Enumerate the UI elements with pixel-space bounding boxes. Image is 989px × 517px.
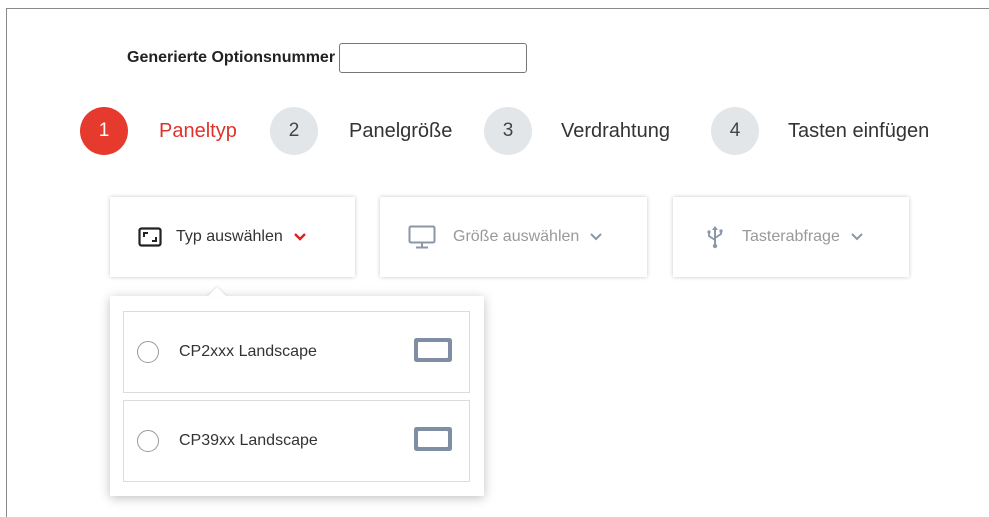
step-number: 3 [484, 107, 532, 155]
panel-frame-icon [138, 227, 162, 247]
type-select[interactable]: Typ auswählen [110, 197, 355, 277]
step-tasten-einfuegen[interactable]: 4 Tasten einfügen [711, 106, 929, 156]
radio-button[interactable] [137, 341, 159, 363]
size-select[interactable]: Größe auswählen [380, 197, 647, 277]
landscape-panel-icon [413, 426, 453, 457]
usb-icon [706, 225, 724, 249]
chevron-down-icon [850, 232, 864, 242]
step-label: Panelgröße [349, 119, 453, 142]
radio-button[interactable] [137, 430, 159, 452]
dropdown-option[interactable]: CP2xxx Landscape [123, 311, 470, 393]
landscape-panel-icon [413, 337, 453, 368]
type-dropdown: CP2xxx Landscape CP39xx Landscape [110, 287, 484, 496]
step-label: Paneltyp [159, 119, 237, 142]
option-label: CP39xx Landscape [179, 432, 318, 449]
option-number-row: Generierte Optionsnummer [127, 43, 528, 73]
key-query-select-label: Tasterabfrage [742, 228, 840, 245]
size-select-label: Größe auswählen [453, 228, 580, 245]
dropdown-pointer [207, 287, 227, 297]
dropdown-option[interactable]: CP39xx Landscape [123, 400, 470, 482]
step-paneltyp[interactable]: 1 Paneltyp [80, 106, 237, 156]
step-label: Tasten einfügen [788, 119, 930, 142]
option-number-input[interactable] [339, 43, 528, 73]
chevron-down-icon [293, 232, 307, 242]
monitor-icon [408, 225, 436, 249]
step-label: Verdrahtung [561, 119, 670, 142]
step-panelgroesse[interactable]: 2 Panelgröße [270, 106, 452, 156]
step-number: 1 [80, 107, 128, 155]
chevron-down-icon [589, 232, 603, 242]
option-label: CP2xxx Landscape [179, 343, 317, 360]
step-number: 4 [711, 107, 759, 155]
step-number: 2 [270, 107, 318, 155]
key-query-select[interactable]: Tasterabfrage [673, 197, 909, 277]
type-select-label: Typ auswählen [176, 228, 283, 245]
step-verdrahtung[interactable]: 3 Verdrahtung [484, 106, 670, 156]
option-number-label: Generierte Optionsnummer [127, 49, 336, 66]
